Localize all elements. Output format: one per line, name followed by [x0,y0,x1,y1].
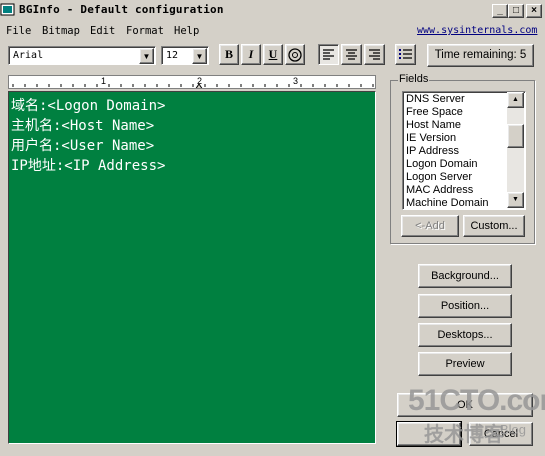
maximize-button[interactable]: □ [508,4,524,18]
watermark-text: 51CTO.com [408,384,545,417]
editor-line: IP地址:<IP Address> [11,158,166,174]
custom-field-label: Custom... [470,220,518,232]
text-editor[interactable]: 域名:<Logon Domain> 主机名:<Host Name> 用户名:<U… [8,91,376,444]
scroll-up-icon[interactable]: ▲ [507,92,524,108]
list-item[interactable]: IE Version [406,132,456,144]
window-title: BGInfo - Default configuration [19,3,224,16]
insert-image-button[interactable] [285,44,305,65]
position-label: Position... [440,300,490,312]
position-button[interactable]: Position... [418,294,512,318]
chevron-down-icon[interactable]: ▼ [192,48,207,64]
desktops-label: Desktops... [437,329,493,341]
align-right-icon [369,49,380,60]
add-field-label: <-Add [415,220,445,232]
scrollbar-thumb[interactable] [507,124,524,148]
ruler-ticks [12,84,374,87]
close-icon: × [531,5,537,16]
minimize-button[interactable]: _ [492,4,508,18]
font-name-combo[interactable]: Arial ▼ [8,46,156,65]
align-center-icon [346,49,357,60]
chevron-down-icon[interactable]: ▼ [139,48,154,64]
insert-image-icon [288,48,302,62]
menu-file[interactable]: File [6,25,31,37]
watermark-text: Blog [500,422,527,437]
menu-edit[interactable]: Edit [90,25,115,37]
list-item[interactable]: DNS Server [406,93,465,105]
list-item[interactable]: Logon Domain [406,158,478,170]
editor-line: 用户名:<User Name> [11,138,155,154]
time-remaining-label: Time remaining: 5 [434,49,527,61]
fields-legend: Fields [398,73,430,85]
list-item[interactable]: MAC Address [406,184,473,196]
menu-help[interactable]: Help [174,25,199,37]
italic-icon: I [248,47,254,61]
list-item[interactable]: Free Space [406,106,463,118]
scroll-down-icon[interactable]: ▼ [507,192,524,208]
bullet-list-icon [399,49,412,59]
indent-marker-icon[interactable] [195,82,203,89]
ruler-number: 3 [293,76,299,86]
italic-button[interactable]: I [241,44,261,65]
align-left-icon [323,49,334,60]
font-size-combo[interactable]: 12 ▼ [161,46,209,65]
menu-format[interactable]: Format [126,25,164,37]
close-button[interactable]: × [526,4,542,18]
preview-label: Preview [445,358,485,370]
underline-icon: U [268,47,278,61]
fields-scrollbar[interactable]: ▲ ▼ [507,92,524,208]
list-item[interactable]: IP Address [406,145,459,157]
bold-icon: B [224,47,233,61]
watermark-text: 技术博客 [424,424,504,446]
sysinternals-link[interactable]: www.sysinternals.com [417,25,537,36]
ruler-number: 1 [101,76,107,86]
list-item[interactable]: Logon Server [406,171,472,183]
list-item[interactable]: Host Name [406,119,461,131]
align-center-button[interactable] [341,44,362,65]
bullet-list-button[interactable] [395,44,416,65]
underline-button[interactable]: U [263,44,283,65]
list-item[interactable]: Machine Domain [406,197,489,209]
font-size-value: 12 [166,50,179,61]
align-right-button[interactable] [364,44,385,65]
ruler: 1 2 3 [8,75,376,89]
preview-button[interactable]: Preview [418,352,512,376]
add-field-button[interactable]: <-Add [401,215,459,237]
title-bar: BGInfo - Default configuration _ □ × [0,0,545,22]
custom-field-button[interactable]: Custom... [463,215,525,237]
bginfo-app-icon [0,2,16,18]
minimize-icon: _ [497,5,503,16]
editor-line: 域名:<Logon Domain> [11,98,166,114]
desktops-button[interactable]: Desktops... [418,323,512,347]
time-remaining-button[interactable]: Time remaining: 5 [427,44,534,67]
align-left-button[interactable] [318,44,339,65]
editor-line: 主机名:<Host Name> [11,118,155,134]
background-label: Background... [431,270,499,282]
bold-button[interactable]: B [219,44,239,65]
background-button[interactable]: Background... [418,264,512,288]
font-name-value: Arial [13,50,44,61]
maximize-icon: □ [512,5,520,16]
menu-bitmap[interactable]: Bitmap [42,25,80,37]
